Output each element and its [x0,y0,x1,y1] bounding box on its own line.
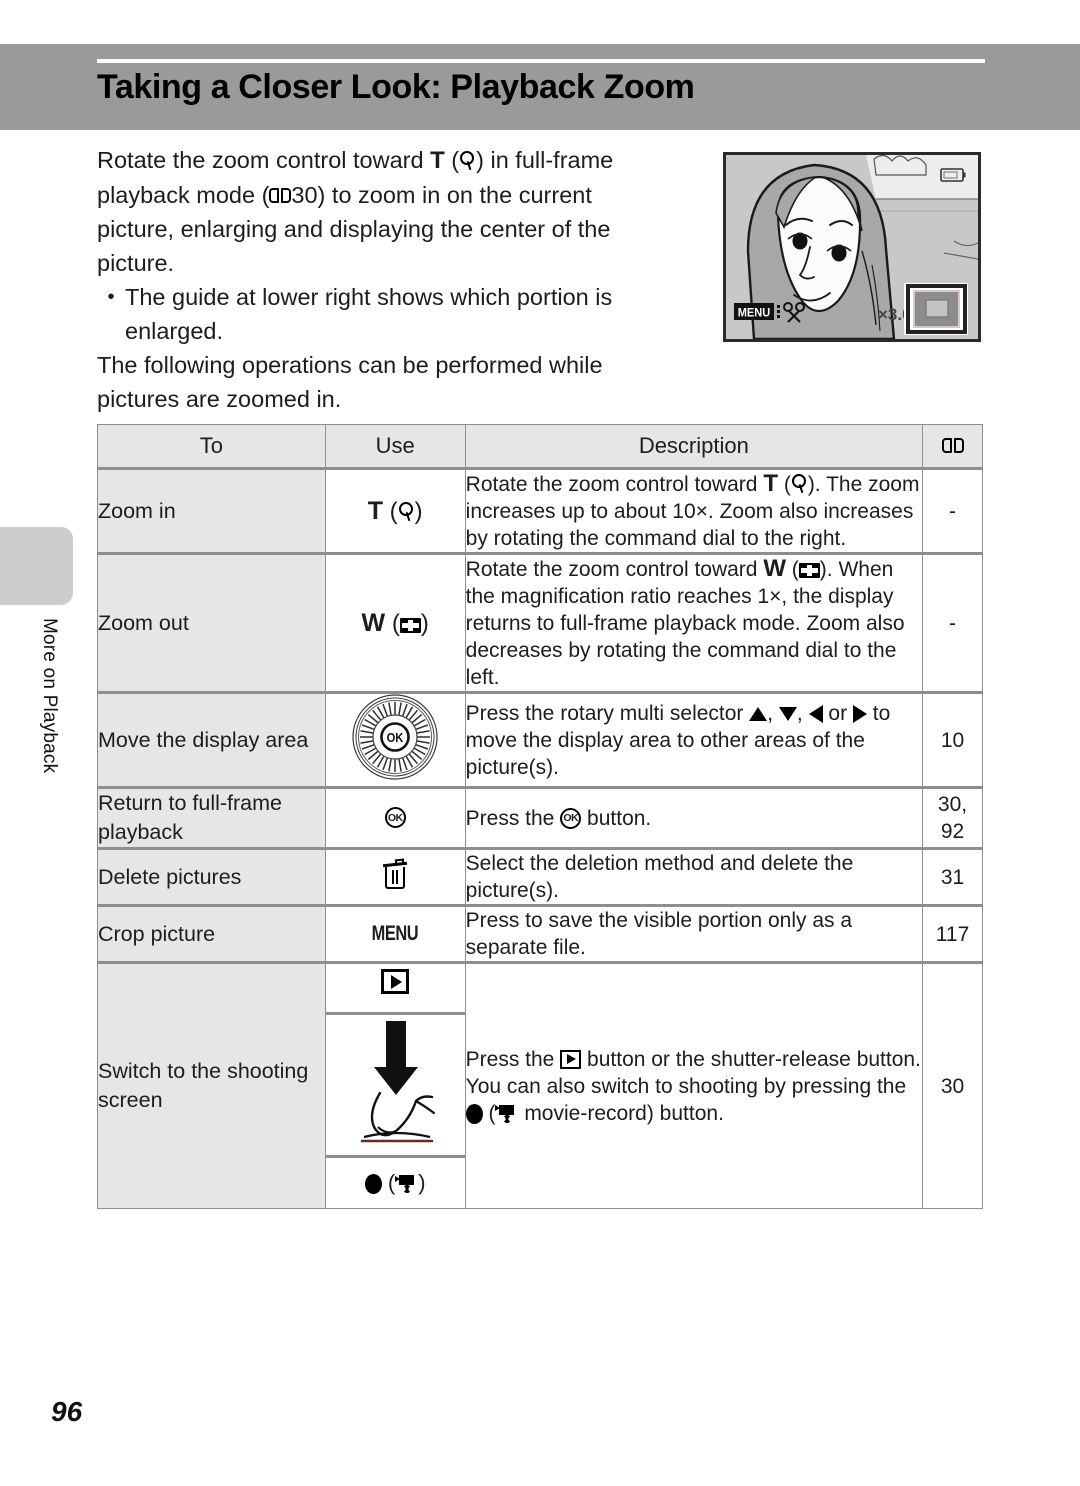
row-description-delete-pictures: Select the deletion method and delete th… [464,848,924,906]
row-description-switch-shooting: Press the button or the shutter-release … [464,962,924,1209]
arrow-right-icon [852,704,867,723]
shutter-release-press-icon-cell [325,1015,465,1158]
table-row: Move the display area OK Press the rotar… [97,692,983,788]
page-number: 96 [51,1396,83,1427]
row-reference-switch-shooting: 30 [922,962,983,1209]
intro-bullet-text: The guide at lower right shows which por… [125,284,613,344]
playback-button-icon [560,1049,582,1069]
magnify-icon [398,501,415,522]
thumbnail-icon [798,563,820,578]
row-label-zoom-out: Zoom out [97,553,326,693]
svg-text:OK: OK [387,730,404,745]
arrow-up-icon [749,706,768,721]
row-label-switch-shooting: Switch to the shooting screen [97,962,326,1209]
wide-label: W [361,608,386,637]
row-reference-zoom-out: - [922,553,983,693]
rotary-multi-selector-icon: OK [352,694,438,780]
row-control-switch-shooting: () [324,962,466,1209]
playback-button-icon [381,969,410,994]
playback-button-icon-cell [325,964,465,1015]
row-label-return-full-frame: Return to full-frame playback [97,787,326,849]
magnify-icon [459,151,476,171]
table-row: Return to full-frame playback OK Press t… [97,787,983,849]
intro-closing-text: The following operations can be performe… [97,352,603,412]
arrow-left-icon [808,704,823,723]
column-header-reference [922,424,983,470]
table-row: Zoom out W () Rotate the zoom control to… [97,553,983,693]
page-title: Taking a Closer Look: Playback Zoom [97,68,695,106]
row-description-zoom-out: Rotate the zoom control toward W (). Whe… [464,553,924,693]
row-control-return-full-frame: OK [324,787,466,849]
table-row: Switch to the shooting screen () Press … [97,962,983,1209]
trash-icon [382,858,408,890]
wide-label: W [763,555,786,582]
svg-text:MENU: MENU [738,307,770,319]
ok-button-icon: OK [560,807,582,829]
section-tab-block [0,527,73,605]
table-header-row: To Use Description [97,424,983,470]
row-label-zoom-in: Zoom in [97,468,326,554]
column-header-description: Description [464,424,924,470]
table-row: Zoom in T () Rotate the zoom control tow… [97,468,983,554]
shutter-release-press-icon [360,1021,436,1143]
playback-zoom-operations-table: To Use Description Zoom in T () Rotate t… [97,424,983,1209]
row-label-move-display-area: Move the display area [97,692,326,788]
section-tab-label: More on Playback [39,618,60,774]
tele-label: T [367,496,383,525]
ok-button-icon: OK [384,807,406,828]
table-row: Crop picture MENU Press to save the visi… [97,905,983,963]
movie-record-button-icon-cell: () [325,1158,465,1208]
row-reference-zoom-in: - [922,468,983,554]
row-control-delete-pictures [324,848,466,906]
record-button-icon [465,1103,483,1124]
row-description-crop-picture: Press to save the visible portion only a… [464,905,924,963]
intro-bullet-item: • The guide at lower right shows which p… [97,280,659,348]
book-icon [941,438,964,455]
row-control-zoom-out: W () [324,553,466,693]
header-rule [97,59,985,63]
column-header-to: To [97,424,326,470]
movie-camera-icon [495,1104,518,1123]
row-reference-crop-picture: 117 [922,905,983,963]
row-reference-delete-pictures: 31 [922,848,983,906]
row-control-crop-picture: MENU [324,905,466,963]
bullet-dot-icon: • [107,286,115,308]
screen-illustration-svg: MENU ×3.0 [726,155,978,339]
row-label-crop-picture: Crop picture [97,905,326,963]
row-reference-move-display-area: 10 [922,692,983,788]
row-label-delete-pictures: Delete pictures [97,848,326,906]
row-description-move-display-area: Press the rotary multi selector , , or t… [464,692,924,788]
row-description-return-full-frame: Press the OK button. [464,787,924,849]
intro-text: Rotate the zoom control toward T () in f… [97,143,659,416]
row-reference-return-full-frame: 30, 92 [922,787,983,849]
thumbnail-icon [399,617,421,633]
zoom-guide-box [904,283,968,335]
tele-label: T [763,470,778,497]
record-button-icon [364,1174,382,1194]
intro-paragraph: Rotate the zoom control toward T () in f… [97,147,614,276]
book-icon [269,188,292,205]
column-header-use: Use [324,424,466,470]
playback-zoom-screen-illustration: MENU ×3.0 [723,152,981,342]
magnify-icon [791,474,808,494]
row-control-zoom-in: T () [324,468,466,554]
row-control-move-display-area: OK [324,692,466,788]
row-description-zoom-in: Rotate the zoom control toward T (). The… [464,468,924,554]
menu-button-icon: MENU [371,922,419,945]
zoom-tele-label: T [430,147,445,174]
movie-camera-icon [395,1174,418,1193]
table-row: Delete pictures Select the deletion meth… [97,848,983,906]
arrow-down-icon [778,706,797,721]
